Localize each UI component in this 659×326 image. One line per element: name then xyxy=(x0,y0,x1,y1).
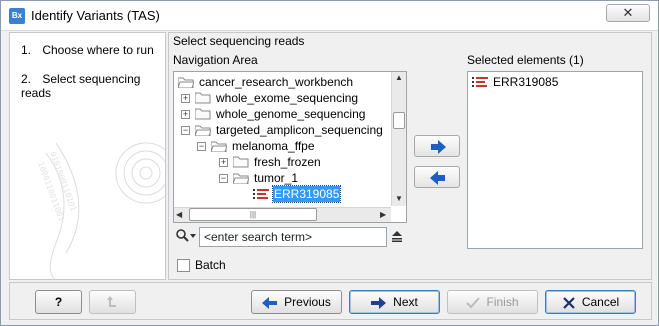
tree-item-label: whole_exome_sequencing xyxy=(216,91,359,105)
step-select-sequencing-reads: 2. Select sequencing reads xyxy=(21,72,165,100)
help-button[interactable]: ? xyxy=(35,290,82,314)
arrow-left-icon xyxy=(262,296,278,309)
step-choose-where-to-run: 1. Choose where to run xyxy=(21,43,154,57)
tree-item-label: melanoma_ffpe xyxy=(232,139,315,153)
folder-open-icon xyxy=(195,124,211,136)
tree-item-label: tumor_1 xyxy=(254,171,299,185)
collapse-toggle-icon[interactable]: − xyxy=(219,174,228,183)
tree-item-label: whole_genome_sequencing xyxy=(216,107,366,121)
folder-icon xyxy=(195,92,211,104)
cancel-label: Cancel xyxy=(581,295,620,309)
app-logo-icon: Bx xyxy=(9,8,25,24)
help-icon: ? xyxy=(54,295,63,309)
reset-button[interactable] xyxy=(89,290,136,314)
folder-open-icon xyxy=(211,140,227,152)
cancel-x-icon xyxy=(563,297,575,309)
selected-elements-label: Selected elements (1) xyxy=(467,53,584,67)
arrow-left-icon xyxy=(430,171,445,185)
search-options-icon[interactable] xyxy=(391,230,403,245)
folder-open-icon xyxy=(233,172,249,184)
collapse-toggle-icon[interactable]: − xyxy=(197,142,206,151)
step-label: Choose where to run xyxy=(42,43,154,57)
dialog-window: Bx Identify Variants (TAS) ✕ 1. Choose w… xyxy=(0,0,659,326)
collapse-toggle-icon[interactable]: − xyxy=(181,126,190,135)
step-number: 1. xyxy=(21,43,32,57)
decorative-swirl-watermark: 1000110011001 0101000110101 xyxy=(36,142,165,279)
batch-label: Batch xyxy=(195,258,226,272)
tree-item-label: targeted_amplicon_sequencing xyxy=(216,123,383,137)
scroll-right-arrow-icon[interactable]: ▶ xyxy=(380,210,386,219)
remove-from-selection-button[interactable] xyxy=(414,166,460,188)
close-button[interactable]: ✕ xyxy=(606,4,650,22)
previous-button[interactable]: Previous xyxy=(251,290,342,314)
step-number: 2. xyxy=(21,72,32,86)
reset-icon xyxy=(106,295,116,307)
cancel-button[interactable]: Cancel xyxy=(545,290,636,314)
next-button[interactable]: Next xyxy=(349,290,440,314)
next-label: Next xyxy=(393,295,418,309)
batch-checkbox[interactable] xyxy=(177,259,190,272)
previous-label: Previous xyxy=(284,295,331,309)
tree-item-label: fresh_frozen xyxy=(254,155,321,169)
search-icon[interactable] xyxy=(176,229,196,246)
vertical-scroll-thumb[interactable] xyxy=(393,112,405,129)
tree-vertical-scrollbar[interactable] xyxy=(391,72,406,206)
tree-item-label: ERR319085 xyxy=(271,185,342,203)
section-title: Select sequencing reads xyxy=(173,34,305,48)
add-to-selection-button[interactable] xyxy=(414,135,460,157)
window-title: Identify Variants (TAS) xyxy=(31,8,160,23)
sequence-list-icon xyxy=(253,188,269,200)
scroll-down-arrow-icon[interactable]: ▼ xyxy=(395,194,403,203)
navigation-tree[interactable]: cancer_research_workbench + whole_exome_… xyxy=(173,71,407,223)
expand-toggle-icon[interactable]: + xyxy=(219,158,228,167)
arrow-right-icon xyxy=(431,140,446,154)
step-label: Select sequencing reads xyxy=(21,72,141,100)
finish-button[interactable]: Finish xyxy=(447,290,538,314)
navigation-area-label: Navigation Area xyxy=(173,53,258,67)
horizontal-scroll-thumb[interactable]: ||| xyxy=(189,208,317,221)
search-input[interactable] xyxy=(199,227,387,247)
arrow-right-icon xyxy=(371,296,387,309)
expand-toggle-icon[interactable]: + xyxy=(181,110,190,119)
close-icon: ✕ xyxy=(622,5,634,20)
checkmark-icon xyxy=(466,297,481,309)
sequence-list-icon xyxy=(472,76,488,88)
wizard-steps-panel: 1. Choose where to run 2. Select sequenc… xyxy=(9,32,166,280)
expand-toggle-icon[interactable]: + xyxy=(181,94,190,103)
selected-elements-list[interactable]: ERR319085 xyxy=(467,71,643,249)
scroll-left-arrow-icon[interactable]: ◀ xyxy=(176,210,182,219)
tree-item-label: cancer_research_workbench xyxy=(199,75,354,89)
folder-open-icon xyxy=(178,76,194,88)
finish-label: Finish xyxy=(486,295,519,309)
scroll-up-arrow-icon[interactable]: ▲ xyxy=(395,73,403,82)
folder-icon xyxy=(233,156,249,168)
title-bar: Bx Identify Variants (TAS) ✕ xyxy=(1,1,658,31)
folder-icon xyxy=(195,108,211,120)
selected-item-label: ERR319085 xyxy=(493,75,559,89)
